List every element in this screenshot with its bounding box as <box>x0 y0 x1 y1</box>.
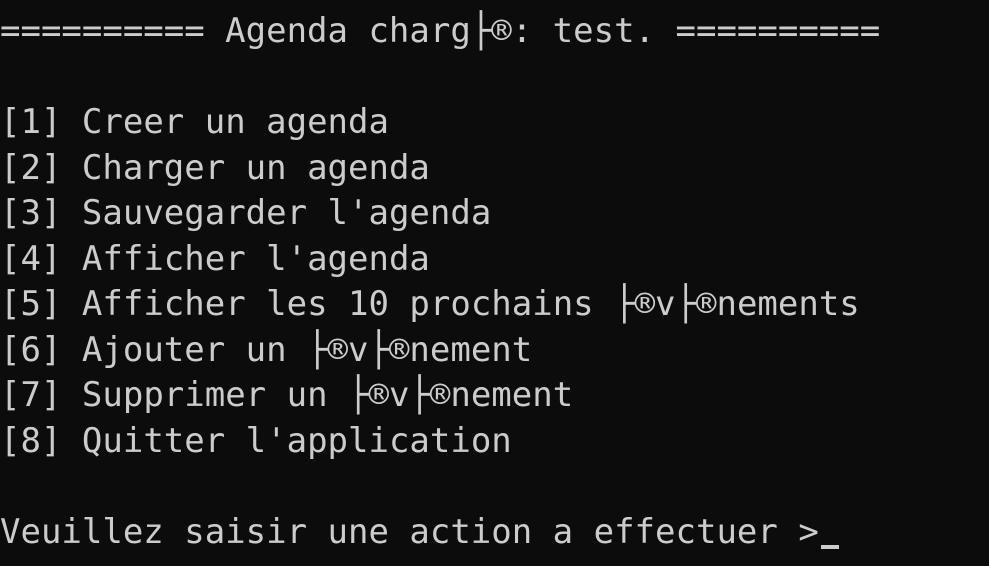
menu-item-afficher-agenda: [4] Afficher l'agenda <box>0 237 430 283</box>
text-cursor <box>820 545 839 549</box>
menu-item-key: [4] <box>0 239 62 279</box>
menu-item-key: [8] <box>0 421 62 461</box>
menu-item-key: [6] <box>0 330 62 370</box>
menu-item-label: Sauvegarder l'agenda <box>81 193 492 233</box>
menu-item-key: [7] <box>0 375 62 415</box>
menu-item-label: Creer un agenda <box>81 102 389 142</box>
menu-item-label: Charger un agenda <box>81 148 430 188</box>
menu-item-key: [1] <box>0 102 62 142</box>
input-prompt-line[interactable]: Veuillez saisir une action a effectuer > <box>0 510 839 556</box>
menu-item-key: [5] <box>0 284 62 324</box>
input-prompt-text: Veuillez saisir une action a effectuer > <box>0 512 819 552</box>
menu-item-sauvegarder-agenda: [3] Sauvegarder l'agenda <box>0 191 491 237</box>
menu-item-key: [2] <box>0 148 62 188</box>
menu-item-label: Quitter l'application <box>81 421 512 461</box>
menu-item-label: Ajouter un ├®v├®nement <box>81 330 533 370</box>
menu-item-quitter-application: [8] Quitter l'application <box>0 419 512 465</box>
menu-item-label: Afficher les 10 prochains ├®v├®nements <box>81 284 860 324</box>
menu-item-key: [3] <box>0 193 62 233</box>
menu-item-label: Afficher l'agenda <box>81 239 430 279</box>
agenda-header: ========== Agenda charg├®: test. =======… <box>0 11 881 51</box>
menu-item-label: Supprimer un ├®v├®nement <box>81 375 574 415</box>
menu-item-afficher-prochains-evenements: [5] Afficher les 10 prochains ├®v├®nemen… <box>0 282 860 328</box>
menu-item-charger-agenda: [2] Charger un agenda <box>0 146 430 192</box>
menu-item-supprimer-evenement: [7] Supprimer un ├®v├®nement <box>0 373 573 419</box>
menu-item-ajouter-evenement: [6] Ajouter un ├®v├®nement <box>0 328 532 374</box>
console-window[interactable]: ========== Agenda charg├®: test. =======… <box>0 0 989 566</box>
menu-item-creer-agenda: [1] Creer un agenda <box>0 100 389 146</box>
